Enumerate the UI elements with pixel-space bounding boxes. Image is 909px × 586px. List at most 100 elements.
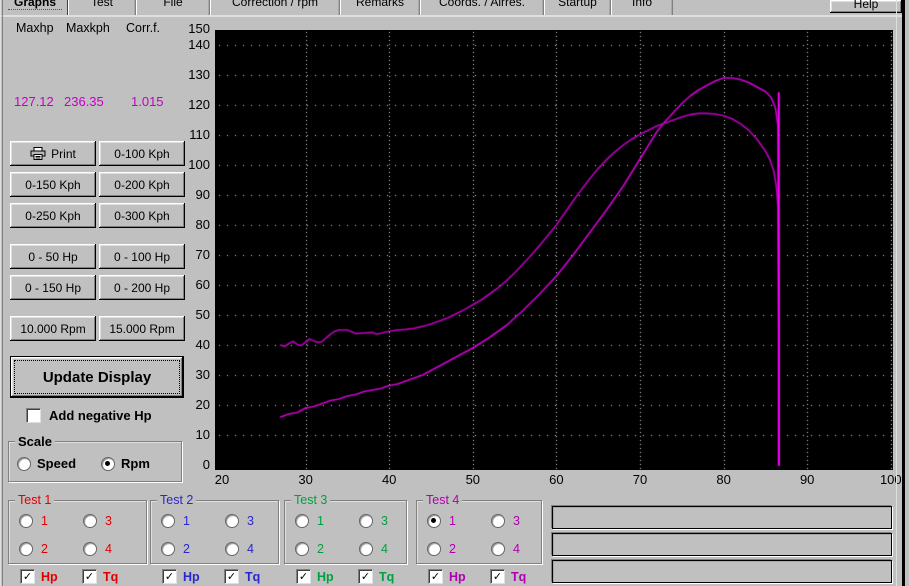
test4-radio-3[interactable]: 3	[491, 514, 520, 528]
scale-speed-radio[interactable]: Speed	[17, 456, 76, 471]
0-250-kph-button[interactable]: 0-250 Kph	[10, 203, 96, 228]
0-150-kph-button[interactable]: 0-150 Kph	[10, 172, 96, 197]
window-border-right-light	[896, 0, 897, 586]
test2-hp-checkbox[interactable]: ✓ Hp	[162, 569, 200, 584]
test2-tq-checkbox[interactable]: ✓ Tq	[224, 569, 260, 584]
print-button[interactable]: Print	[10, 141, 96, 166]
test3-radio-4[interactable]: 4	[359, 542, 388, 556]
test3-radio-1[interactable]: 1	[295, 514, 324, 528]
test4-radio-4[interactable]: 4	[491, 542, 520, 556]
radio-circle	[161, 542, 175, 556]
button-label: 0-300 Kph	[114, 208, 170, 223]
window-border-left-dark	[2, 0, 3, 586]
app-window: Graphs Test File Correction / rpm Remarks Coo…	[0, 0, 909, 586]
y-tick-110: 110	[189, 127, 210, 142]
tab-test[interactable]: Test	[68, 0, 136, 15]
radio-circle	[427, 514, 441, 528]
checkbox-box: ✓	[20, 569, 35, 584]
status-field-1	[552, 506, 892, 529]
help-button-label: Help	[853, 0, 879, 11]
update-display-label: Update Display	[42, 368, 152, 386]
radio-label: 3	[381, 514, 388, 528]
radio-circle	[83, 542, 97, 556]
radio-label: 1	[317, 514, 324, 528]
x-tick-50: 50	[465, 472, 481, 487]
test2-radio-3[interactable]: 3	[225, 514, 254, 528]
y-tick-130: 130	[188, 67, 210, 82]
maxhp-value: 127.12	[14, 94, 54, 109]
test3-radio-2[interactable]: 2	[295, 542, 324, 556]
test4-radio-2[interactable]: 2	[427, 542, 456, 556]
radio-label: 4	[247, 542, 254, 556]
checkbox-label: Tq	[511, 569, 527, 584]
x-tick-60: 60	[549, 472, 564, 487]
test3-hp-checkbox[interactable]: ✓ Hp	[296, 569, 334, 584]
tab-info[interactable]: Info	[611, 0, 673, 15]
window-border-right-dark	[902, 0, 905, 586]
tab-label: Remarks	[355, 0, 404, 9]
test-group-label: Test 2	[157, 493, 197, 507]
y-tick-140: 140	[188, 37, 210, 52]
radio-label: 4	[513, 542, 520, 556]
test4-radio-1[interactable]: 1	[427, 514, 456, 528]
test1-radio-2[interactable]: 2	[19, 542, 48, 556]
radio-label: 2	[41, 542, 48, 556]
radio-circle	[359, 542, 373, 556]
0-150-hp-button[interactable]: 0 - 150 Hp	[10, 275, 96, 300]
tab-correction-rpm[interactable]: Correction / rpm	[210, 0, 340, 15]
help-button[interactable]: Help	[830, 0, 902, 13]
test4-hp-checkbox[interactable]: ✓ Hp	[428, 569, 466, 584]
radio-label: 1	[183, 514, 190, 528]
corrf-value: 1.015	[131, 94, 164, 109]
radio-circle	[83, 514, 97, 528]
tab-file[interactable]: File	[136, 0, 210, 15]
test1-radio-4[interactable]: 4	[83, 542, 112, 556]
test2-radio-4[interactable]: 4	[225, 542, 254, 556]
y-tick-100: 100	[188, 157, 210, 172]
radio-circle	[225, 542, 239, 556]
radio-circle	[427, 542, 441, 556]
test1-tq-checkbox[interactable]: ✓ Tq	[82, 569, 118, 584]
radio-dot	[431, 518, 436, 523]
10-000-rpm-button[interactable]: 10.000 Rpm	[10, 316, 96, 341]
button-label: 0 - 100 Hp	[113, 249, 171, 264]
tab-coords-airres[interactable]: Coords. / Airres.	[420, 0, 544, 15]
radio-circle	[359, 514, 373, 528]
button-label: 0 - 50 Hp	[28, 249, 78, 264]
add-negative-hp-checkbox[interactable]: Add negative Hp	[26, 408, 152, 423]
test3-tq-checkbox[interactable]: ✓ Tq	[358, 569, 394, 584]
test2-radio-2[interactable]: 2	[161, 542, 190, 556]
y-tick-90: 90	[195, 187, 210, 202]
radio-dot	[105, 460, 110, 466]
test1-radio-3[interactable]: 3	[83, 514, 112, 528]
test4-tq-checkbox[interactable]: ✓ Tq	[490, 569, 526, 584]
y-tick-70: 70	[195, 247, 210, 262]
radio-label: 1	[41, 514, 48, 528]
test1-hp-checkbox[interactable]: ✓ Hp	[20, 569, 58, 584]
radio-label: 1	[449, 514, 456, 528]
y-tick-10: 10	[195, 427, 210, 442]
x-tick-70: 70	[632, 472, 648, 487]
test2-radio-1[interactable]: 1	[161, 514, 190, 528]
radio-circle	[295, 514, 309, 528]
radio-circle	[19, 514, 33, 528]
tab-remarks[interactable]: Remarks	[340, 0, 420, 15]
tab-graphs[interactable]: Graphs	[2, 0, 68, 15]
radio-circle	[17, 456, 31, 471]
tab-startup[interactable]: Startup	[544, 0, 611, 15]
test3-radio-3[interactable]: 3	[359, 514, 388, 528]
checkbox-box: ✓	[224, 569, 239, 584]
y-tick-60: 60	[195, 277, 210, 292]
radio-label: 2	[183, 542, 190, 556]
chart-plot-area	[215, 30, 893, 470]
radio-label: 3	[247, 514, 254, 528]
scale-speed-label: Speed	[37, 456, 77, 471]
scale-rpm-radio[interactable]: Rpm	[101, 456, 150, 471]
checkbox-box: ✓	[428, 569, 443, 584]
button-label: 0-150 Kph	[25, 177, 81, 192]
update-display-button[interactable]: Update Display	[10, 356, 184, 398]
0-50-hp-button[interactable]: 0 - 50 Hp	[10, 244, 96, 269]
button-label: 0-200 Kph	[114, 177, 170, 192]
tab-bar: Graphs Test File Correction / rpm Remarks Coo…	[2, 0, 673, 15]
test1-radio-1[interactable]: 1	[19, 514, 48, 528]
